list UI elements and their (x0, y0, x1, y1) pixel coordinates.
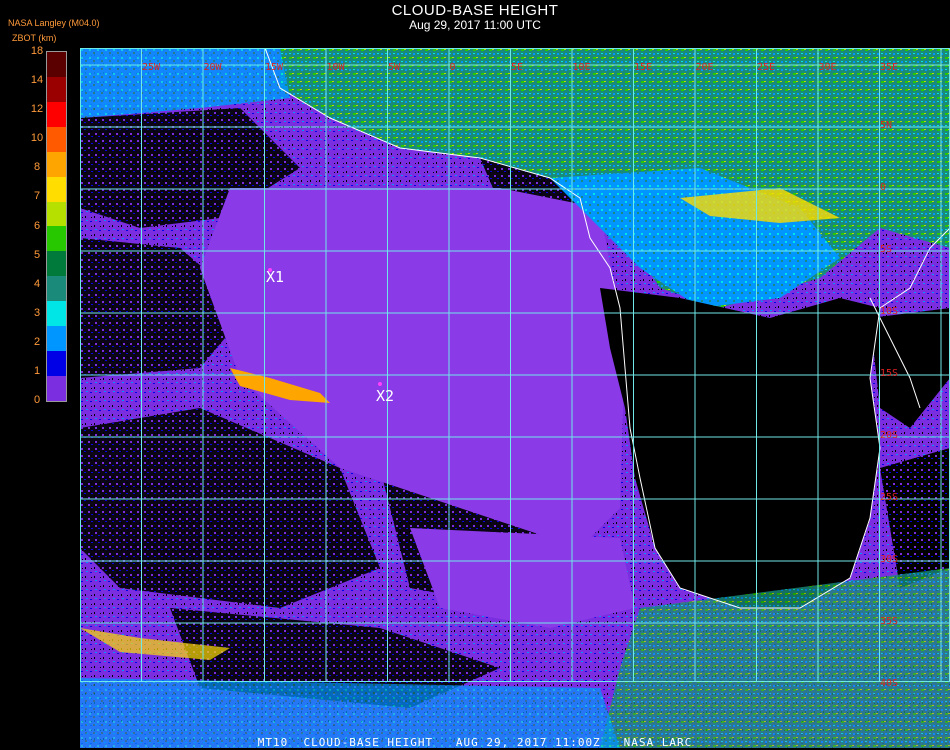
longitude-label: 5E (511, 62, 523, 73)
legend-tick-label: 0 (33, 394, 41, 406)
latitude-label: 30S (880, 554, 898, 565)
legend-tick-label: 14 (30, 74, 44, 87)
map-panel: 25W 20W 15W 10W 5W 0 5E 10E 15E 20E 25E 30E 35E 5N 0 5… (80, 48, 950, 748)
longitude-label: 20E (696, 62, 714, 73)
latitude-label: 5S (880, 244, 892, 255)
legend-swatch (47, 126, 66, 152)
legend-tick-label: 5 (33, 248, 41, 261)
legend-swatch (47, 326, 66, 352)
cloud-base-map: 25W 20W 15W 10W 5W 0 5E 10E 15E 20E 25E 30E 35E 5N 0 5… (80, 48, 950, 748)
longitude-label: 20W (204, 62, 223, 73)
legend-tick-label: 2 (33, 335, 41, 348)
legend-tick-label: 3 (33, 306, 41, 319)
producer-label: NASA Langley (M04.0) (8, 18, 100, 28)
legend-swatch (47, 201, 66, 227)
legend-tick-label: 6 (33, 219, 41, 232)
legend-tick-label: 8 (33, 161, 41, 174)
longitude-label: 5W (388, 62, 401, 73)
latitude-label: 20S (880, 430, 898, 441)
marker-x2-label: X2 (376, 387, 395, 405)
latitude-label: 10S (880, 306, 898, 317)
latitude-label: 25S (880, 492, 898, 503)
legend-swatch (47, 76, 66, 102)
longitude-label: 10E (573, 62, 591, 73)
legend-tick-label: 1 (33, 364, 41, 377)
legend-swatch (47, 52, 66, 77)
legend-swatch (47, 226, 66, 252)
legend-swatch (47, 301, 66, 327)
footer-caption: MT10 CLOUD-BASE HEIGHT AUG 29, 2017 11:0… (257, 736, 693, 749)
longitude-label: 25W (142, 62, 161, 73)
latitude-label: 5N (880, 120, 892, 131)
longitude-label: 15E (634, 62, 652, 73)
color-legend (46, 51, 67, 402)
marker-x2-dot (378, 382, 382, 386)
latitude-label: 15S (880, 368, 898, 379)
legend-tick-label: 12 (30, 103, 44, 116)
map-title: CLOUD-BASE HEIGHT (391, 2, 559, 19)
longitude-label: 30E (819, 62, 837, 73)
legend-swatch (47, 176, 66, 202)
legend-swatch (47, 101, 66, 127)
map-timestamp: Aug 29, 2017 11:00 UTC (409, 18, 541, 32)
longitude-label: 15W (265, 62, 284, 73)
latitude-label: 0 (880, 182, 886, 193)
longitude-label: 25E (757, 62, 775, 73)
legend-tick-label: 10 (30, 132, 44, 145)
longitude-label: 10W (327, 62, 346, 73)
legend-swatch (47, 151, 66, 177)
latitude-label: 35S (880, 616, 898, 627)
legend-swatch (47, 276, 66, 302)
longitude-label: 0 (450, 62, 456, 73)
legend-swatch (47, 375, 66, 401)
marker-x1-label: X1 (266, 268, 285, 286)
legend-unit-label: ZBOT (km) (12, 33, 57, 43)
legend-tick-label: 7 (33, 190, 41, 203)
legend-tick-label: 4 (33, 277, 41, 290)
longitude-label: 35E (880, 62, 898, 73)
latitude-label: 40S (880, 678, 898, 689)
legend-tick-label: 18 (30, 45, 44, 57)
legend-swatch (47, 351, 66, 376)
legend-swatch (47, 251, 66, 277)
